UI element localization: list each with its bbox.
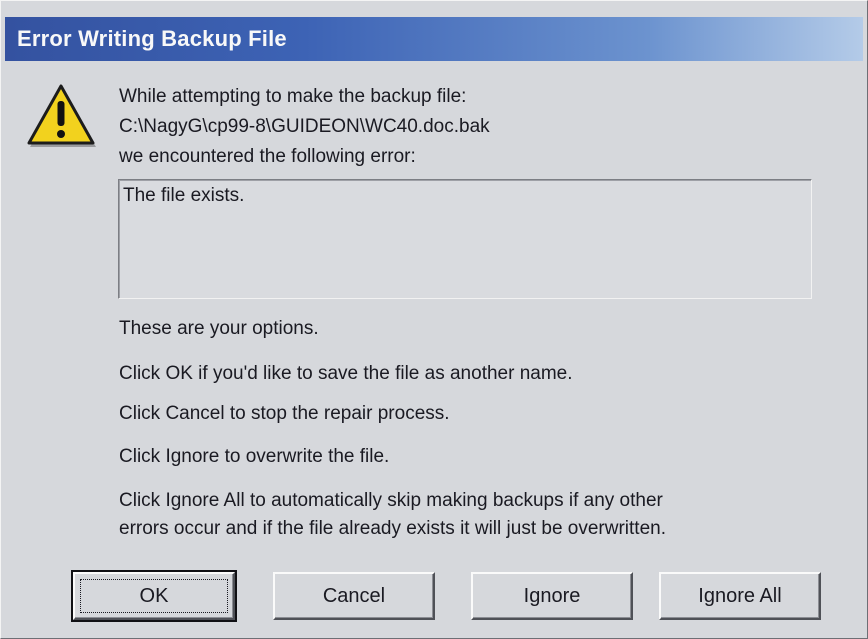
error-dialog: Error Writing Backup File While attempti… [0, 0, 868, 639]
dialog-title: Error Writing Backup File [17, 26, 287, 51]
warning-icon [27, 84, 96, 147]
ignore-all-button-label: Ignore All [698, 585, 782, 607]
option-ok-text: Click OK if you'd like to save the file … [119, 363, 573, 384]
message-line-1: While attempting to make the backup file… [119, 86, 467, 107]
message-line-3: we encountered the following error: [119, 146, 416, 167]
option-ignore-all-text-2: errors occur and if the file already exi… [119, 518, 666, 539]
ignore-button[interactable]: Ignore [471, 572, 633, 620]
ignore-button-label: Ignore [523, 585, 581, 607]
options-intro: These are your options. [119, 318, 319, 339]
cancel-button[interactable]: Cancel [273, 572, 435, 620]
ok-button[interactable]: OK [71, 570, 237, 622]
error-text-box[interactable]: The file exists. [118, 179, 812, 299]
option-ignore-all-text-1: Click Ignore All to automatically skip m… [119, 490, 663, 511]
error-text: The file exists. [123, 185, 245, 206]
cancel-button-label: Cancel [322, 585, 386, 607]
ignore-all-button[interactable]: Ignore All [659, 572, 821, 620]
option-cancel-text: Click Cancel to stop the repair process. [119, 403, 450, 424]
title-bar[interactable]: Error Writing Backup File [5, 17, 863, 61]
backup-file-path: C:\NagyG\cp99-8\GUIDEON\WC40.doc.bak [119, 116, 490, 137]
option-ignore-text: Click Ignore to overwrite the file. [119, 446, 390, 467]
ok-button-label: OK [139, 585, 169, 607]
